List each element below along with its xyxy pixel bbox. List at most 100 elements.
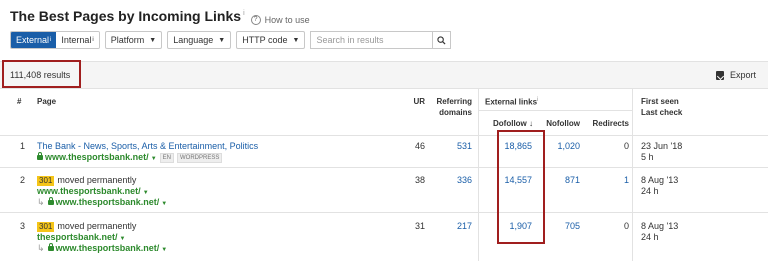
status-line: 301 moved permanently — [37, 221, 136, 232]
search-box — [310, 31, 452, 49]
page-url-line: www.thesportsbank.net/▼ EN WORDPRESS — [37, 152, 223, 163]
search-button[interactable] — [432, 31, 452, 49]
external-links-info-icon[interactable]: i — [537, 97, 538, 103]
column-divider — [478, 89, 479, 136]
row-index: 3 — [20, 221, 26, 231]
search-icon — [437, 35, 446, 45]
how-to-use-link[interactable]: ? How to use — [250, 14, 310, 25]
chevron-down-icon[interactable]: ▼ — [120, 236, 126, 242]
link-type-toggle: External i Internal i — [10, 31, 100, 49]
external-label: External — [16, 35, 50, 45]
page-header: The Best Pages by Incoming Links i ? How… — [10, 8, 310, 25]
col-header-external-links: External linksi — [485, 97, 538, 107]
row-index: 1 — [20, 141, 26, 151]
chevron-down-icon[interactable]: ▼ — [143, 190, 149, 196]
chevron-down-icon: ▼ — [218, 36, 226, 44]
first-seen-value: 8 Aug '13 — [641, 175, 679, 185]
page-title: The Best Pages by Incoming Links — [10, 8, 242, 24]
status-text: moved permanently — [57, 221, 137, 231]
last-check-value: 24 h — [641, 232, 659, 242]
internal-info-icon: i — [92, 37, 94, 43]
redirect-url-line: ↳ www.thesportsbank.net/▼ — [37, 243, 167, 254]
filter-toolbar: External i Internal i Platform ▼ Language ▼ … — [10, 31, 452, 49]
external-toggle-button[interactable]: External i — [11, 32, 57, 48]
redirect-arrow-icon: ↳ — [37, 243, 45, 253]
dofollow-column-highlight — [497, 130, 545, 244]
group-header-divider — [478, 110, 632, 111]
chevron-down-icon[interactable]: ▼ — [151, 156, 157, 162]
redirects-link[interactable]: 1 — [585, 175, 629, 185]
row-divider — [0, 167, 768, 168]
first-seen-value: 23 Jun '18 — [641, 141, 683, 151]
col-header-page[interactable]: Page — [37, 97, 56, 106]
referring-domains-link[interactable]: 531 — [430, 141, 472, 151]
col-header-index: # — [17, 97, 22, 106]
export-icon — [715, 70, 724, 80]
referring-domains-link[interactable]: 217 — [430, 221, 472, 231]
col-header-nofollow[interactable]: Nofollow — [538, 119, 580, 128]
page-title-link[interactable]: The Bank - News, Sports, Arts & Entertai… — [37, 141, 258, 151]
chevron-down-icon: ▼ — [292, 36, 300, 44]
lock-icon — [37, 152, 43, 160]
status-badge: 301 — [37, 222, 55, 232]
column-divider — [478, 136, 479, 261]
col-header-referring-domains-line1[interactable]: Referring — [430, 97, 472, 106]
chevron-down-icon[interactable]: ▼ — [161, 247, 167, 253]
col-header-first-seen[interactable]: First seen — [641, 97, 679, 106]
referring-domains-link[interactable]: 336 — [430, 175, 472, 185]
row-index: 2 — [20, 175, 26, 185]
page-url-link[interactable]: www.thesportsbank.net/ — [45, 152, 149, 162]
lock-icon — [47, 243, 54, 251]
chevron-down-icon: ▼ — [149, 36, 157, 44]
redirect-url-link[interactable]: www.thesportsbank.net/ — [56, 197, 160, 207]
platform-label: Platform — [110, 35, 145, 45]
language-dropdown[interactable]: Language ▼ — [167, 31, 232, 49]
results-count-highlight — [2, 60, 81, 88]
last-check-value: 5 h — [641, 152, 654, 162]
lock-icon — [47, 197, 54, 205]
redirects-value: 0 — [623, 221, 629, 231]
redirects-value: 0 — [623, 141, 629, 151]
page-url-link[interactable]: thesportsbank.net/ — [37, 232, 118, 242]
col-header-ur[interactable]: UR — [400, 97, 425, 106]
col-header-dofollow[interactable]: Dofollow ↓ — [485, 119, 533, 128]
header-bottom-border — [0, 135, 768, 136]
last-check-value: 24 h — [641, 186, 659, 196]
status-line: 301 moved permanently — [37, 175, 136, 186]
ur-value: 46 — [414, 141, 425, 151]
export-button[interactable]: Export — [715, 70, 756, 80]
row-divider — [0, 212, 768, 213]
page-url-line: thesportsbank.net/▼ — [37, 232, 125, 242]
redirect-url-link[interactable]: www.thesportsbank.net/ — [56, 243, 160, 253]
language-tag: EN — [159, 152, 174, 163]
col-header-last-check[interactable]: Last check — [641, 108, 682, 117]
external-info-icon: i — [50, 37, 52, 43]
internal-label: Internal — [61, 35, 92, 45]
page-url-link[interactable]: www.thesportsbank.net/ — [37, 186, 141, 196]
language-label: Language — [173, 35, 214, 45]
chevron-down-icon[interactable]: ▼ — [161, 201, 167, 207]
internal-toggle-button[interactable]: Internal i — [56, 32, 99, 48]
ur-value: 31 — [414, 221, 425, 231]
search-input[interactable] — [310, 31, 433, 49]
redirect-arrow-icon: ↳ — [37, 197, 45, 207]
results-bar — [0, 61, 768, 89]
help-icon: ? — [250, 14, 261, 25]
how-to-use-label: How to use — [264, 14, 310, 25]
ur-value: 38 — [414, 175, 425, 185]
title-info-icon[interactable]: i — [243, 10, 245, 17]
status-badge: 301 — [37, 176, 55, 186]
col-header-referring-domains-line2[interactable]: domains — [430, 108, 472, 117]
platform-tag: WORDPRESS — [176, 152, 223, 163]
redirect-url-line: ↳ www.thesportsbank.net/▼ — [37, 197, 167, 208]
column-divider — [632, 89, 633, 136]
http-code-label: HTTP code — [242, 35, 288, 45]
page-url-line: www.thesportsbank.net/▼ — [37, 186, 149, 196]
column-divider — [632, 136, 633, 261]
external-links-label: External links — [485, 97, 538, 107]
http-code-dropdown[interactable]: HTTP code ▼ — [236, 31, 306, 49]
status-text: moved permanently — [57, 175, 137, 185]
col-header-redirects[interactable]: Redirects — [585, 119, 629, 128]
platform-dropdown[interactable]: Platform ▼ — [104, 31, 163, 49]
first-seen-value: 8 Aug '13 — [641, 221, 679, 231]
